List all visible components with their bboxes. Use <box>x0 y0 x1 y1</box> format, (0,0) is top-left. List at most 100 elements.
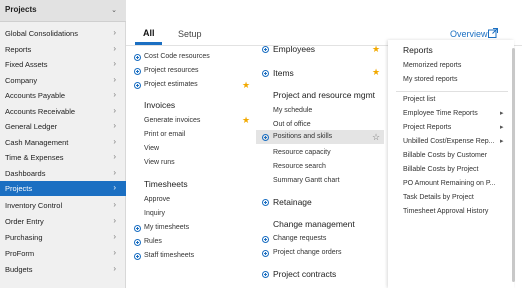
plus-circle-icon[interactable] <box>134 68 141 75</box>
sidebar-item-label: Inventory Control <box>5 201 63 210</box>
sidebar-item-budgets[interactable]: Budgets › <box>0 262 126 277</box>
link-my-timesheets[interactable]: My timesheets <box>144 224 189 231</box>
link-resource-search[interactable]: Resource search <box>273 163 326 170</box>
star-outline-icon[interactable]: ☆ <box>372 133 380 142</box>
star-icon[interactable]: ★ <box>242 81 250 90</box>
sidebar-item-dashboards[interactable]: Dashboards › <box>0 166 126 181</box>
plus-circle-icon[interactable] <box>262 236 269 243</box>
plus-circle-icon[interactable] <box>134 54 141 61</box>
link-cost-code-resources[interactable]: Cost Code resources <box>144 53 210 60</box>
link-change-requests[interactable]: Change requests <box>273 235 326 242</box>
chevron-right-icon: › <box>113 28 116 37</box>
link-approve[interactable]: Approve <box>144 196 170 203</box>
sidebar-item-label: Accounts Payable <box>5 91 66 100</box>
chevron-right-icon: › <box>113 183 116 192</box>
chevron-right-icon: › <box>113 248 116 257</box>
link-task-details-by-project[interactable]: Task Details by Project <box>403 194 474 201</box>
section-heading-employees[interactable]: Employees <box>273 44 315 54</box>
sidebar-item-inventory-control[interactable]: Inventory Control › <box>0 198 126 213</box>
section-heading-items[interactable]: Items <box>273 68 294 78</box>
section-heading-project-resource-mgmt: Project and resource mgmt <box>273 90 376 100</box>
chevron-right-icon: › <box>113 167 116 177</box>
sidebar-header[interactable]: Projects ⌄ <box>0 0 126 22</box>
link-project-estimates[interactable]: Project estimates <box>144 81 198 88</box>
sidebar-item-reports[interactable]: Reports › <box>0 42 126 57</box>
tab-all[interactable]: All <box>143 28 155 38</box>
link-view[interactable]: View <box>144 145 159 152</box>
chevron-right-icon: › <box>113 152 116 161</box>
link-view-runs[interactable]: View runs <box>144 159 175 166</box>
sidebar-item-purchasing[interactable]: Purchasing › <box>0 230 126 245</box>
star-icon[interactable]: ★ <box>242 116 250 125</box>
plus-circle-icon[interactable] <box>134 82 141 89</box>
sidebar-item-label: ProForm <box>5 249 35 258</box>
link-unbilled-cost-expense[interactable]: Unbilled Cost/Expense Rep... <box>403 138 494 145</box>
sidebar-item-global-consolidations[interactable]: Global Consolidations › <box>0 26 126 41</box>
link-inquiry[interactable]: Inquiry <box>144 210 165 217</box>
link-employee-time-reports[interactable]: Employee Time Reports <box>403 110 478 117</box>
chevron-right-icon: › <box>113 136 116 146</box>
tab-setup[interactable]: Setup <box>178 29 202 39</box>
sidebar-item-label: Cash Management <box>5 137 69 147</box>
chevron-right-icon: › <box>113 105 116 115</box>
plus-circle-icon[interactable] <box>262 134 269 141</box>
sidebar-item-company[interactable]: Company › <box>0 73 126 88</box>
sidebar-item-proform[interactable]: ProForm › <box>0 246 126 261</box>
sidebar-item-label: General Ledger <box>5 122 58 131</box>
link-billable-costs-by-project[interactable]: Billable Costs by Project <box>403 166 478 173</box>
link-project-change-orders[interactable]: Project change orders <box>273 249 341 256</box>
link-project-reports[interactable]: Project Reports <box>403 124 451 131</box>
sidebar-item-accounts-payable[interactable]: Accounts Payable › <box>0 88 126 103</box>
section-heading-retainage[interactable]: Retainage <box>273 197 312 207</box>
chevron-right-icon: › <box>113 59 116 68</box>
star-icon[interactable]: ★ <box>372 45 380 54</box>
chevron-right-icon: ▸ <box>500 138 504 145</box>
chevron-right-icon: › <box>113 74 116 84</box>
link-project-resources[interactable]: Project resources <box>144 67 198 74</box>
link-billable-costs-by-customer[interactable]: Billable Costs by Customer <box>403 152 487 159</box>
plus-circle-icon[interactable] <box>262 199 269 206</box>
link-generate-invoices[interactable]: Generate invoices <box>144 117 200 124</box>
section-heading-timesheets: Timesheets <box>144 179 188 189</box>
sidebar-item-time-expenses[interactable]: Time & Expenses › <box>0 150 126 165</box>
sidebar-item-accounts-receivable[interactable]: Accounts Receivable › <box>0 104 126 119</box>
sidebar-item-general-ledger[interactable]: General Ledger › <box>0 119 126 134</box>
chevron-right-icon: › <box>113 200 116 209</box>
chevron-down-icon[interactable]: ⌄ <box>111 6 117 14</box>
sidebar-item-order-entry[interactable]: Order Entry › <box>0 214 126 229</box>
plus-circle-icon[interactable] <box>262 250 269 257</box>
link-print-or-email[interactable]: Print or email <box>144 131 185 138</box>
sidebar-item-label: Order Entry <box>5 217 44 226</box>
plus-circle-icon[interactable] <box>134 239 141 246</box>
link-my-schedule[interactable]: My schedule <box>273 107 312 114</box>
plus-circle-icon[interactable] <box>262 70 269 77</box>
link-staff-timesheets[interactable]: Staff timesheets <box>144 252 194 259</box>
external-link-icon[interactable] <box>488 28 498 38</box>
link-memorized-reports[interactable]: Memorized reports <box>403 62 461 69</box>
section-heading-project-contracts[interactable]: Project contracts <box>273 269 336 279</box>
plus-circle-icon[interactable] <box>134 225 141 232</box>
plus-circle-icon[interactable] <box>262 271 269 278</box>
link-resource-capacity[interactable]: Resource capacity <box>273 149 331 156</box>
plus-circle-icon[interactable] <box>262 46 269 53</box>
chevron-right-icon: › <box>113 121 116 130</box>
link-summary-gantt-chart[interactable]: Summary Gantt chart <box>273 177 340 184</box>
link-po-amount-remaining[interactable]: PO Amount Remaining on P... <box>403 180 495 187</box>
overview-link[interactable]: Overview <box>450 29 488 39</box>
link-out-of-office[interactable]: Out of office <box>273 121 311 128</box>
chevron-right-icon: ▸ <box>500 124 504 131</box>
divider <box>396 91 508 92</box>
sidebar: Projects ⌄ Global Consolidations › Report… <box>0 0 126 288</box>
sidebar-item-projects[interactable]: Projects › <box>0 181 126 196</box>
link-rules[interactable]: Rules <box>144 238 162 245</box>
sidebar-item-fixed-assets[interactable]: Fixed Assets › <box>0 57 126 72</box>
link-timesheet-approval-history[interactable]: Timesheet Approval History <box>403 208 488 215</box>
star-icon[interactable]: ★ <box>372 68 380 77</box>
plus-circle-icon[interactable] <box>134 253 141 260</box>
sidebar-item-label: Fixed Assets <box>5 60 48 69</box>
scrollbar[interactable] <box>512 48 515 282</box>
link-my-stored-reports[interactable]: My stored reports <box>403 76 457 83</box>
link-positions-and-skills[interactable]: Positions and skills <box>273 133 332 140</box>
sidebar-item-cash-management[interactable]: Cash Management › <box>0 135 126 150</box>
link-project-list[interactable]: Project list <box>403 96 435 103</box>
